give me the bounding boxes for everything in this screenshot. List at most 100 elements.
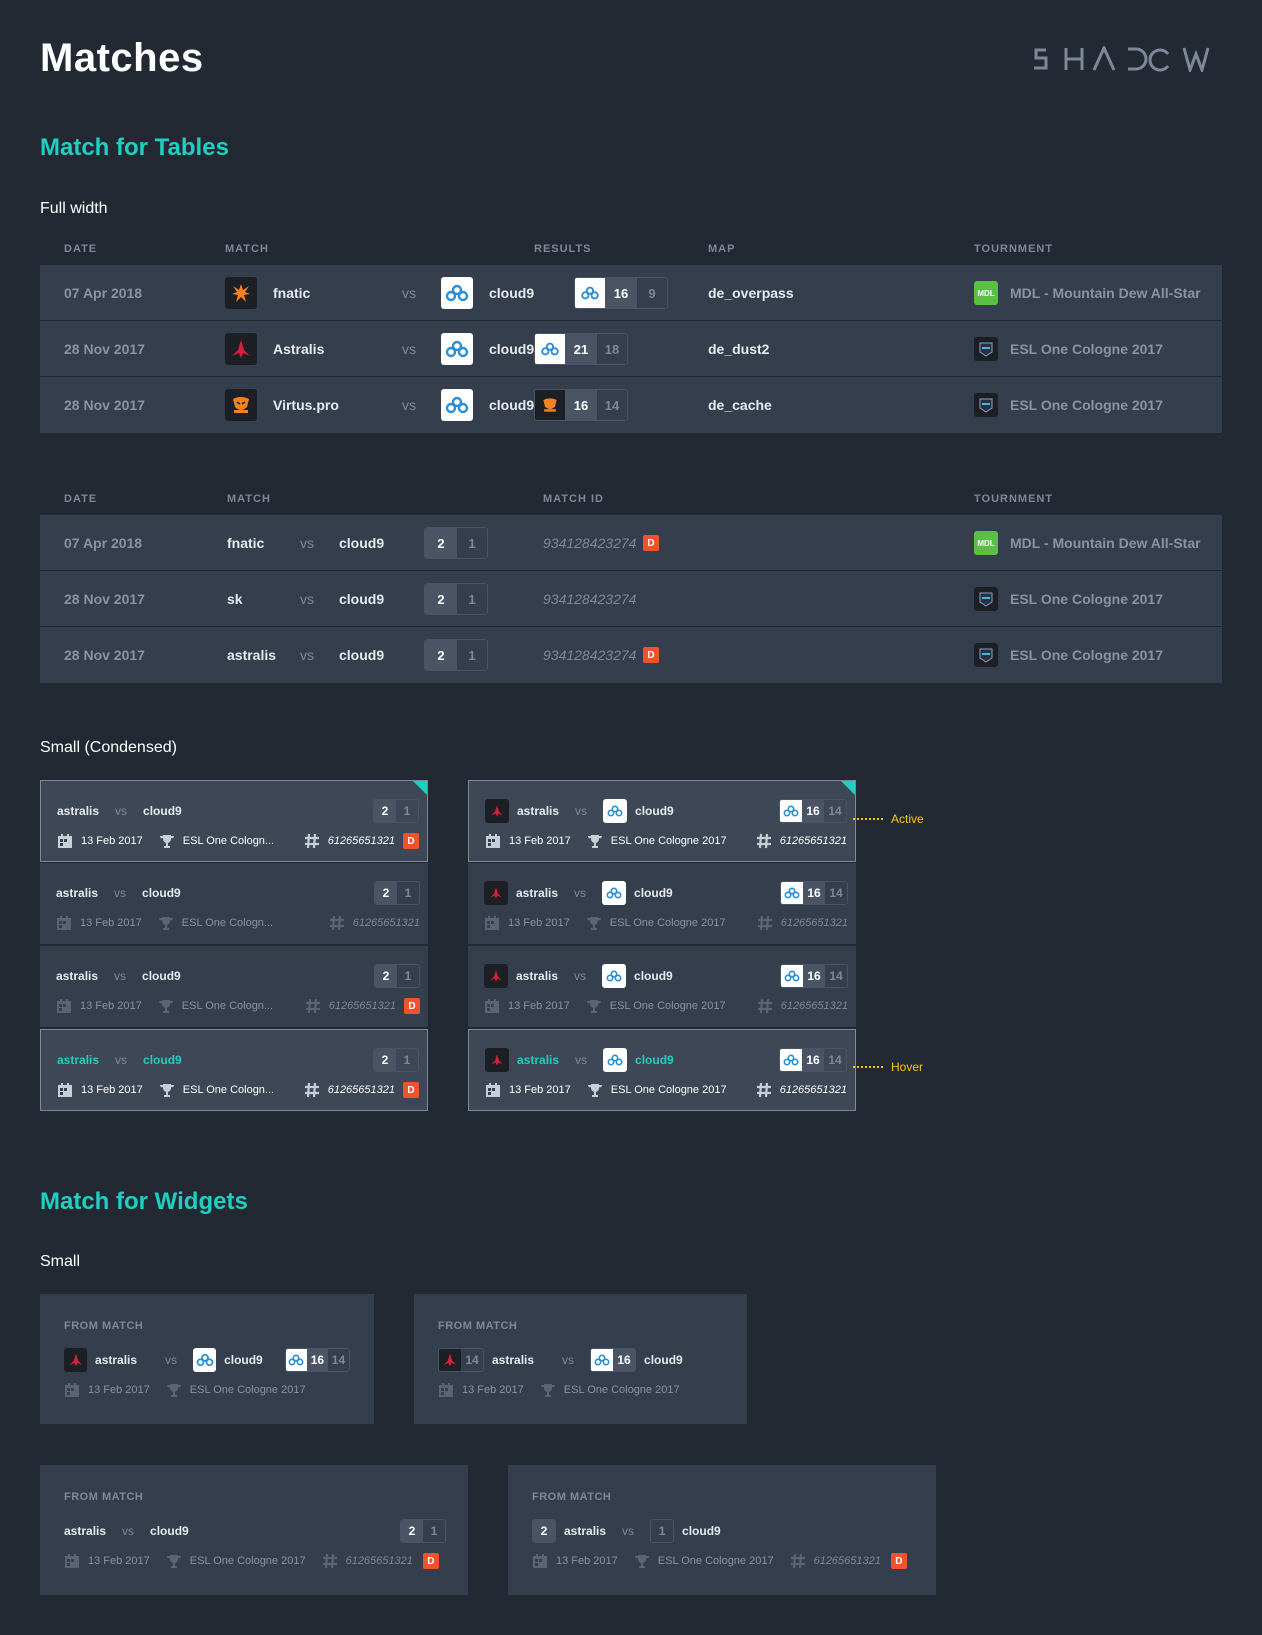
team2-name[interactable]: cloud9 xyxy=(489,377,534,433)
tournament-name[interactable]: ESL One Cologn... xyxy=(183,1084,274,1096)
match-id[interactable]: 934128423274 xyxy=(543,627,636,683)
team1-name[interactable]: astralis xyxy=(227,627,276,683)
match-id[interactable]: 61265651321 xyxy=(353,917,420,929)
tournament-name[interactable]: ESL One Cologne 2017 xyxy=(658,1555,774,1567)
condensed-match-row[interactable]: astralis vs cloud9 16 14 13 Feb 2017 ESL One C… xyxy=(468,780,856,862)
demo-badge[interactable]: D xyxy=(643,535,659,551)
match-id[interactable]: 61265651321 xyxy=(780,835,847,847)
team1-name[interactable]: Virtus.pro xyxy=(273,377,339,433)
team1-name[interactable]: astralis xyxy=(564,1524,606,1538)
tournament-name[interactable]: ESL One Cologne 2017 xyxy=(190,1384,306,1396)
team2-name[interactable]: cloud9 xyxy=(142,886,181,900)
vs-label: vs xyxy=(115,804,128,818)
team2-name[interactable]: cloud9 xyxy=(682,1524,721,1538)
calendar-icon xyxy=(56,915,72,931)
team1-name[interactable]: astralis xyxy=(492,1353,534,1367)
match-id[interactable]: 61265651321 xyxy=(346,1555,413,1567)
team2-name[interactable]: cloud9 xyxy=(489,321,534,377)
team2-name[interactable]: cloud9 xyxy=(634,969,673,983)
condensed-match-row[interactable]: astralis vs cloud9 2 1 13 Feb 2017 ESL One Col… xyxy=(40,1029,428,1111)
tournament-name[interactable]: ESL One Cologne 2017 xyxy=(610,917,726,929)
match-id[interactable]: 61265651321 xyxy=(328,1084,395,1096)
tournament-name[interactable]: ESL One Cologne 2017 xyxy=(610,1000,726,1012)
match-id[interactable]: 61265651321 xyxy=(329,1000,396,1012)
table-row[interactable]: 28 Nov 2017 Astralis vs cloud9 21 18 de_… xyxy=(40,321,1222,377)
team1-name[interactable]: astralis xyxy=(95,1353,137,1367)
condensed-match-row[interactable]: astralis vs cloud9 2 1 13 Feb 2017 ESL One Col… xyxy=(40,780,428,862)
team2-name[interactable]: cloud9 xyxy=(339,627,384,683)
team1-name[interactable]: fnatic xyxy=(273,265,310,321)
team1-name[interactable]: astralis xyxy=(517,804,559,818)
team2-name[interactable]: cloud9 xyxy=(150,1524,189,1538)
tournament-name[interactable]: ESL One Cologne 2017 xyxy=(1010,377,1163,433)
condensed-match-row[interactable]: astralis vs cloud9 16 14 13 Feb 2017 ESL One C… xyxy=(468,863,856,945)
demo-badge[interactable]: D xyxy=(890,1553,907,1569)
demo-badge[interactable]: D xyxy=(404,998,420,1014)
team1-name[interactable]: astralis xyxy=(517,1053,559,1067)
demo-badge[interactable]: D xyxy=(403,1082,419,1098)
score-loss: 1 xyxy=(430,1524,438,1538)
team2-name[interactable]: cloud9 xyxy=(143,804,182,818)
team2-name[interactable]: cloud9 xyxy=(644,1353,683,1367)
match-id[interactable]: 934128423274 xyxy=(543,571,636,627)
team1-name[interactable]: fnatic xyxy=(227,515,264,571)
team2-name[interactable]: cloud9 xyxy=(489,265,534,321)
tournament-name[interactable]: ESL One Cologne 2017 xyxy=(611,1084,727,1096)
match-id[interactable]: 61265651321 xyxy=(781,917,848,929)
tournament-name[interactable]: ESL One Cologn... xyxy=(183,835,274,847)
demo-badge[interactable]: D xyxy=(422,1553,439,1569)
team2-name[interactable]: cloud9 xyxy=(339,571,384,627)
table-row[interactable]: 28 Nov 2017 astralis vs cloud9 21 934128… xyxy=(40,627,1222,683)
demo-badge[interactable]: D xyxy=(403,833,419,849)
team2-name[interactable]: cloud9 xyxy=(143,1053,182,1067)
match-date: 13 Feb 2017 xyxy=(81,1084,143,1096)
condensed-match-row[interactable]: astralis vs cloud9 2 1 13 Feb 2017 ESL One Col… xyxy=(40,946,428,1028)
tournament-name[interactable]: ESL One Cologne 2017 xyxy=(564,1384,680,1396)
table-row[interactable]: 07 Apr 2018 fnatic vs cloud9 16 9 de_ove… xyxy=(40,265,1222,321)
tournament-name[interactable]: ESL One Cologn... xyxy=(182,1000,273,1012)
map-name: de_cache xyxy=(708,397,772,413)
tournament-name[interactable]: ESL One Cologne 2017 xyxy=(190,1555,306,1567)
table-row[interactable]: 28 Nov 2017 Virtus.pro vs cloud9 16 14 d… xyxy=(40,377,1222,433)
match-widget[interactable]: FROM MATCH astralis vs cloud9 16 14 13 F… xyxy=(40,1294,374,1424)
match-widget[interactable]: FROM MATCH 14 astralis vs 16 cloud9 13 F… xyxy=(414,1294,747,1424)
team1-name[interactable]: astralis xyxy=(57,804,99,818)
tournament-name[interactable]: MDL - Mountain Dew All-Star xyxy=(1010,515,1201,571)
cloud9-logo-icon xyxy=(603,799,628,823)
tournament-name[interactable]: ESL One Cologne 2017 xyxy=(611,835,727,847)
team2-name[interactable]: cloud9 xyxy=(635,804,674,818)
match-widget[interactable]: FROM MATCH 2 astralis vs 1 cloud9 13 Feb… xyxy=(508,1465,936,1595)
match-id[interactable]: 61265651321 xyxy=(328,835,395,847)
match-id[interactable]: 934128423274 xyxy=(543,515,636,571)
team1-name[interactable]: astralis xyxy=(57,1053,99,1067)
tournament-name[interactable]: ESL One Cologne 2017 xyxy=(1010,627,1163,683)
demo-badge[interactable]: D xyxy=(643,647,659,663)
team1-name[interactable]: Astralis xyxy=(273,321,324,377)
tournament-name[interactable]: ESL One Cologn... xyxy=(182,917,273,929)
match-id[interactable]: 61265651321 xyxy=(814,1555,881,1567)
table-row[interactable]: 07 Apr 2018 fnatic vs cloud9 21 93412842… xyxy=(40,515,1222,571)
team1-name[interactable]: astralis xyxy=(56,969,98,983)
tournament-name[interactable]: ESL One Cologne 2017 xyxy=(1010,571,1163,627)
condensed-match-row[interactable]: astralis vs cloud9 2 1 13 Feb 2017 ESL One Col… xyxy=(40,863,428,945)
team1-name[interactable]: sk xyxy=(227,571,243,627)
team1-name[interactable]: astralis xyxy=(516,886,558,900)
condensed-match-row[interactable]: astralis vs cloud9 16 14 13 Feb 2017 ESL One C… xyxy=(468,1029,856,1111)
team1-name[interactable]: astralis xyxy=(56,886,98,900)
match-id[interactable]: 61265651321 xyxy=(781,1000,848,1012)
team2-name[interactable]: cloud9 xyxy=(634,886,673,900)
table-row[interactable]: 28 Nov 2017 sk vs cloud9 21 934128423274… xyxy=(40,571,1222,627)
match-widget[interactable]: FROM MATCH astralis vs cloud9 2 1 13 Feb… xyxy=(40,1465,468,1595)
team1-name[interactable]: astralis xyxy=(516,969,558,983)
vs-label: vs xyxy=(575,1053,588,1067)
condensed-match-row[interactable]: astralis vs cloud9 16 14 13 Feb 2017 ESL One C… xyxy=(468,946,856,1028)
match-id[interactable]: 61265651321 xyxy=(780,1084,847,1096)
team2-name[interactable]: cloud9 xyxy=(224,1353,263,1367)
team1-name[interactable]: astralis xyxy=(64,1524,106,1538)
tournament-name[interactable]: ESL One Cologne 2017 xyxy=(1010,321,1163,377)
vs-label: vs xyxy=(300,591,314,607)
team2-name[interactable]: cloud9 xyxy=(635,1053,674,1067)
team2-name[interactable]: cloud9 xyxy=(142,969,181,983)
tournament-name[interactable]: MDL - Mountain Dew All-Star xyxy=(1010,265,1201,321)
team2-name[interactable]: cloud9 xyxy=(339,515,384,571)
